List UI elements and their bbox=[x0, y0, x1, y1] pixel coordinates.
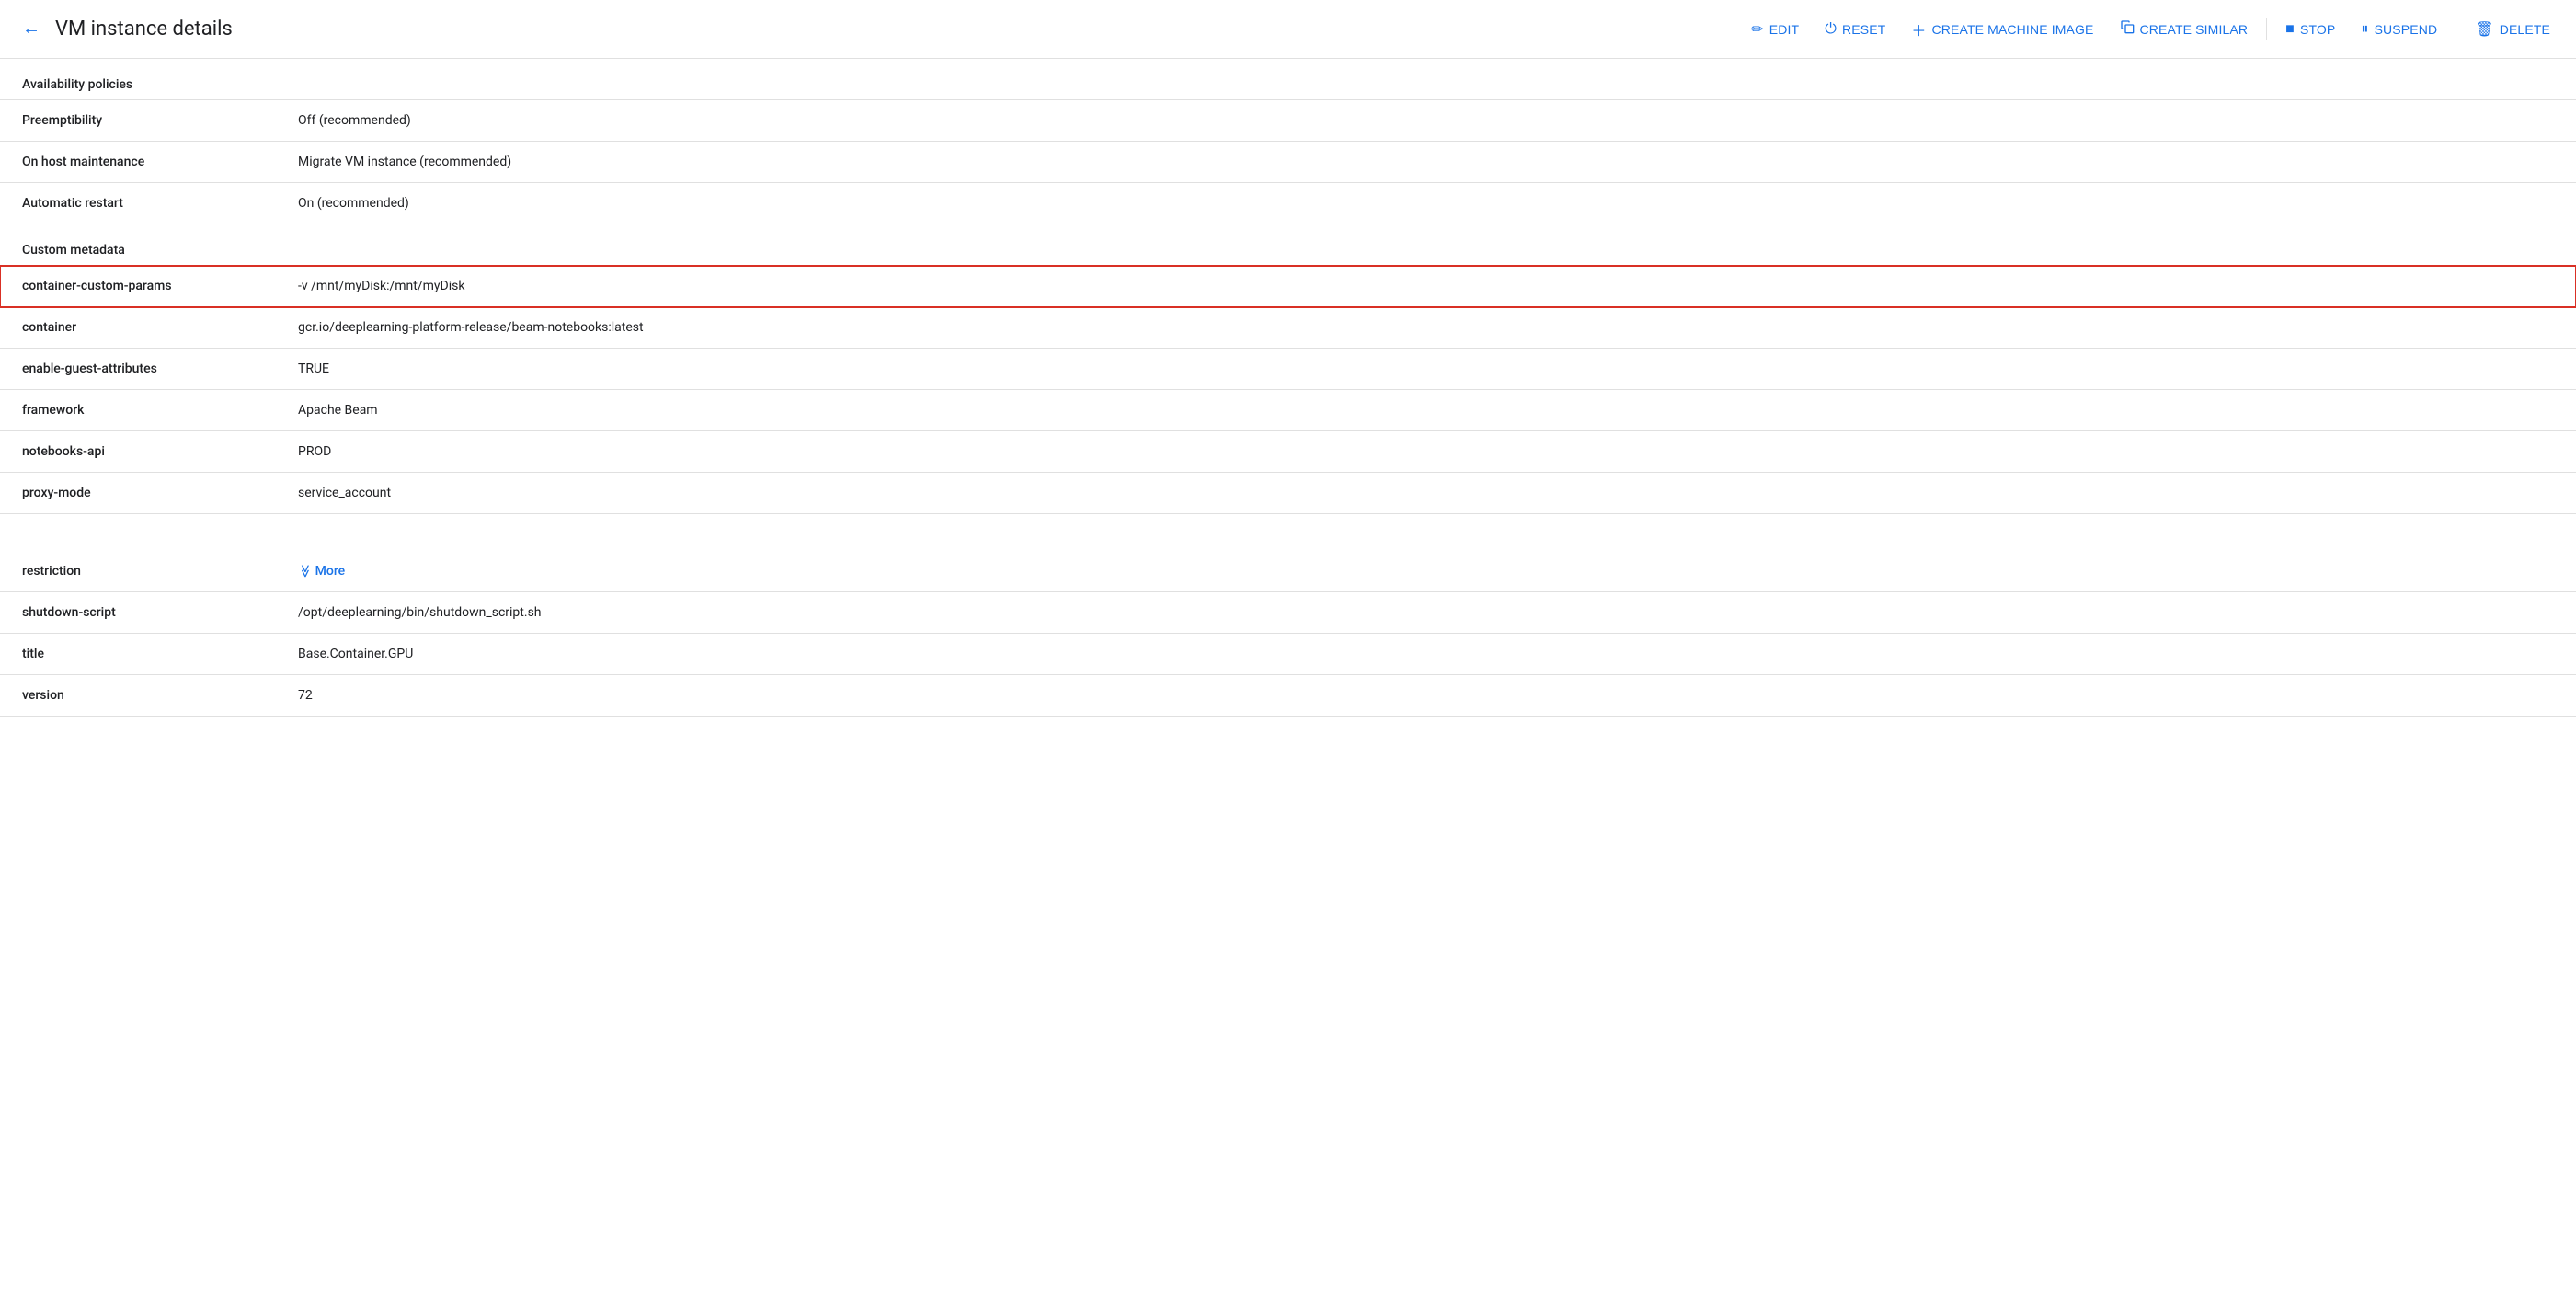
create-similar-button[interactable]: CREATE SIMILAR bbox=[2109, 13, 2260, 46]
stop-button[interactable]: ■ STOP bbox=[2274, 13, 2346, 46]
availability-table: Preemptibility Off (recommended) On host… bbox=[0, 99, 2576, 224]
divider bbox=[2266, 18, 2267, 40]
table-row: notebooks-api PROD bbox=[0, 431, 2576, 473]
row-key: Preemptibility bbox=[0, 100, 276, 142]
row-value: Apache Beam bbox=[276, 390, 2576, 431]
create-machine-image-icon: ＋ bbox=[1911, 18, 1926, 40]
suspend-button[interactable]: ⏸ SUSPEND bbox=[2350, 13, 2448, 46]
create-similar-icon bbox=[2120, 19, 2135, 39]
row-value: gcr.io/deeplearning-platform-release/bea… bbox=[276, 307, 2576, 349]
row-value: -v /mnt/myDisk:/mnt/myDisk bbox=[276, 266, 2576, 307]
suspend-icon: ⏸ bbox=[2361, 21, 2368, 38]
row-value: PROD bbox=[276, 431, 2576, 473]
row-key: title bbox=[0, 634, 276, 675]
page-title: VM instance details bbox=[55, 17, 233, 40]
row-key: shutdown-script bbox=[0, 592, 276, 634]
row-key: Automatic restart bbox=[0, 183, 276, 224]
table-row-highlighted: container-custom-params -v /mnt/myDisk:/… bbox=[0, 266, 2576, 307]
delete-button[interactable]: 🗑 DELETE bbox=[2464, 13, 2561, 46]
reset-button[interactable]: ⏻ RESET bbox=[1814, 13, 1896, 46]
stop-icon: ■ bbox=[2285, 21, 2295, 38]
table-row: version 72 bbox=[0, 675, 2576, 717]
table-row: enable-guest-attributes TRUE bbox=[0, 349, 2576, 390]
row-key: notebooks-api bbox=[0, 431, 276, 473]
more-link[interactable]: ≫ More bbox=[298, 564, 345, 579]
row-value: Base.Container.GPU bbox=[276, 634, 2576, 675]
chevron-down-icon: ≫ bbox=[297, 565, 312, 579]
row-value: Off (recommended) bbox=[276, 100, 2576, 142]
reset-icon: ⏻ bbox=[1825, 21, 1837, 38]
row-key: container-custom-params bbox=[0, 266, 276, 307]
delete-icon: 🗑 bbox=[2475, 20, 2493, 39]
table-row: container gcr.io/deeplearning-platform-r… bbox=[0, 307, 2576, 349]
row-key: On host maintenance bbox=[0, 142, 276, 183]
row-key: restriction bbox=[0, 551, 276, 592]
content: Availability policies Preemptibility Off… bbox=[0, 59, 2576, 753]
row-key: proxy-mode bbox=[0, 473, 276, 514]
row-value: TRUE bbox=[276, 349, 2576, 390]
toolbar: ← VM instance details ✏ EDIT ⏻ RESET ＋ C… bbox=[0, 0, 2576, 59]
row-value: /opt/deeplearning/bin/shutdown_script.sh bbox=[276, 592, 2576, 634]
table-row: Automatic restart On (recommended) bbox=[0, 183, 2576, 224]
row-key: enable-guest-attributes bbox=[0, 349, 276, 390]
row-key: container bbox=[0, 307, 276, 349]
create-machine-image-button[interactable]: ＋ CREATE MACHINE IMAGE bbox=[1900, 13, 2104, 46]
row-key: framework bbox=[0, 390, 276, 431]
spacer-row bbox=[0, 514, 2576, 552]
edit-button[interactable]: ✏ EDIT bbox=[1740, 13, 1810, 46]
back-icon: ← bbox=[22, 18, 40, 40]
row-value: service_account bbox=[276, 473, 2576, 514]
row-value: 72 bbox=[276, 675, 2576, 717]
custom-metadata-section-header: Custom metadata bbox=[0, 224, 2576, 265]
row-value: Migrate VM instance (recommended) bbox=[276, 142, 2576, 183]
table-row-restriction: restriction ≫ More bbox=[0, 551, 2576, 592]
back-button[interactable]: ← bbox=[15, 11, 48, 47]
table-row: shutdown-script /opt/deeplearning/bin/sh… bbox=[0, 592, 2576, 634]
table-row: framework Apache Beam bbox=[0, 390, 2576, 431]
custom-metadata-table: container-custom-params -v /mnt/myDisk:/… bbox=[0, 265, 2576, 717]
table-row: proxy-mode service_account bbox=[0, 473, 2576, 514]
table-row: title Base.Container.GPU bbox=[0, 634, 2576, 675]
table-row: Preemptibility Off (recommended) bbox=[0, 100, 2576, 142]
row-value-more: ≫ More bbox=[276, 551, 2576, 592]
availability-section-header: Availability policies bbox=[0, 59, 2576, 99]
row-value: On (recommended) bbox=[276, 183, 2576, 224]
row-key: version bbox=[0, 675, 276, 717]
toolbar-actions: ✏ EDIT ⏻ RESET ＋ CREATE MACHINE IMAGE CR… bbox=[1740, 13, 2561, 46]
edit-icon: ✏ bbox=[1751, 20, 1764, 39]
table-row: On host maintenance Migrate VM instance … bbox=[0, 142, 2576, 183]
